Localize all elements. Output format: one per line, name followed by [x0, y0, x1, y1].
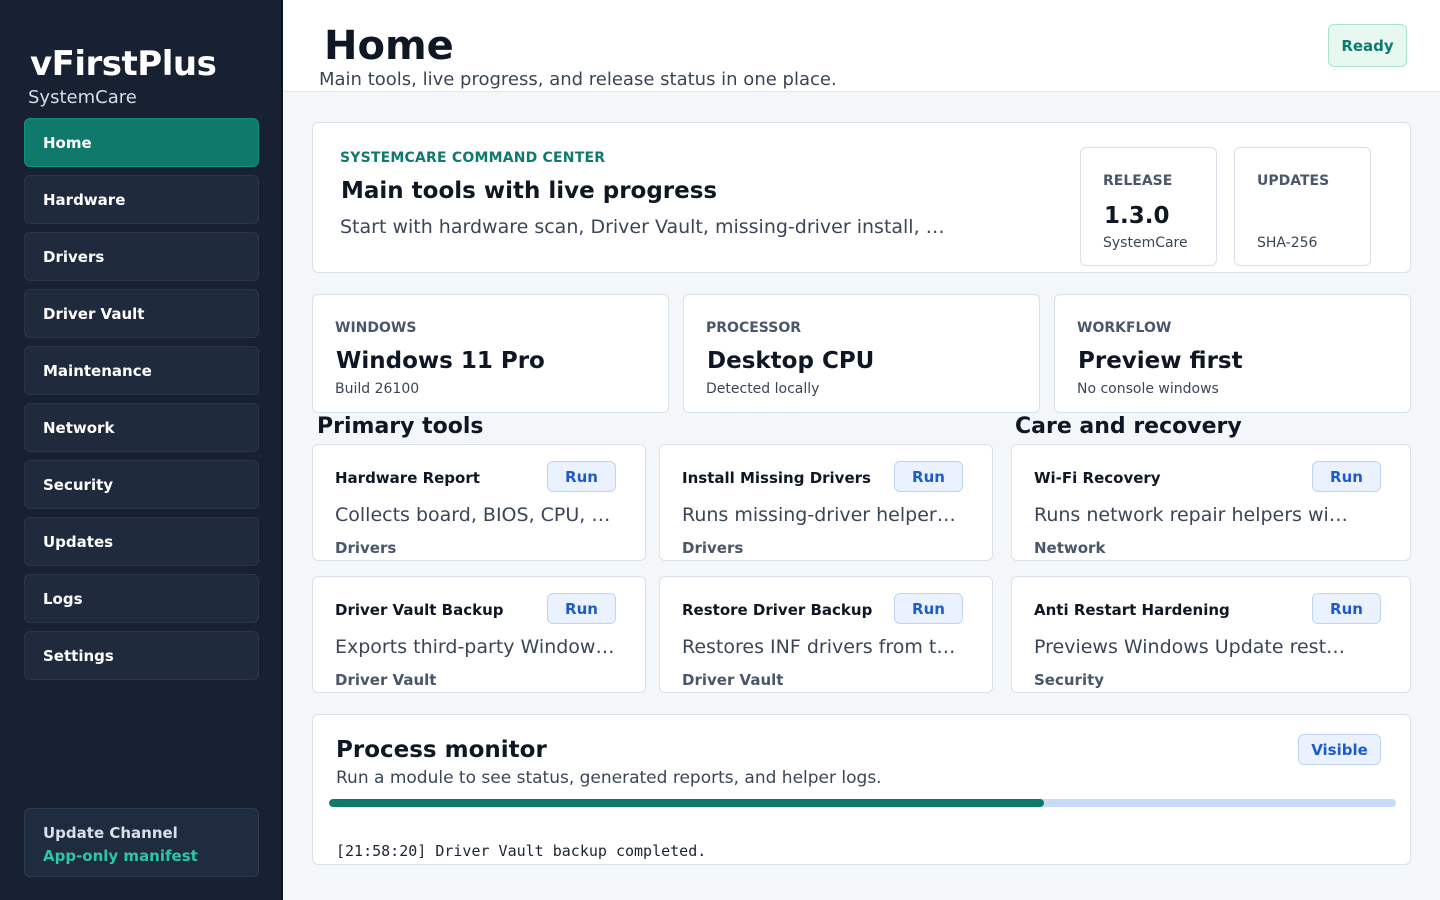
log-line: [21:58:20] Driver Vault backup completed…	[336, 842, 707, 860]
tool-card-restore-driver-backup: Restore Driver Backup Run Restores INF d…	[659, 576, 993, 693]
tool-category: Drivers	[335, 539, 397, 557]
process-monitor-title: Process monitor	[336, 737, 547, 763]
release-value: 1.3.0	[1104, 203, 1170, 229]
update-channel-value: App-only manifest	[43, 847, 198, 865]
run-button[interactable]: Run	[547, 461, 616, 492]
process-monitor-card: Process monitor Run a module to see stat…	[312, 714, 1411, 865]
process-monitor-subtitle: Run a module to see status, generated re…	[336, 768, 882, 788]
tool-card-install-missing-drivers: Install Missing Drivers Run Runs missing…	[659, 444, 993, 561]
windows-stat-card: WINDOWS Windows 11 Pro Build 26100	[312, 294, 669, 413]
tool-description: Restores INF drivers from the vault fold…	[682, 636, 962, 658]
run-button[interactable]: Run	[894, 593, 963, 624]
workflow-value: Preview first	[1078, 348, 1243, 374]
tool-description: Previews Windows Update restart policies…	[1034, 636, 1354, 658]
tool-category: Driver Vault	[335, 671, 437, 689]
tool-name: Hardware Report	[335, 469, 480, 487]
page-title: Home	[324, 23, 454, 69]
sidebar-item-home[interactable]: Home	[24, 118, 259, 167]
windows-label: WINDOWS	[335, 320, 417, 336]
processor-sub: Detected locally	[706, 381, 820, 397]
sidebar: vFirstPlus SystemCare Home Hardware Driv…	[0, 0, 283, 900]
processor-value: Desktop CPU	[707, 348, 875, 374]
run-button[interactable]: Run	[1312, 593, 1381, 624]
processor-label: PROCESSOR	[706, 320, 801, 336]
tool-category: Driver Vault	[682, 671, 784, 689]
tool-category: Drivers	[682, 539, 744, 557]
processor-stat-card: PROCESSOR Desktop CPU Detected locally	[683, 294, 1040, 413]
update-channel-panel: Update Channel App-only manifest	[24, 808, 259, 877]
visibility-toggle[interactable]: Visible	[1298, 734, 1381, 765]
tool-name: Restore Driver Backup	[682, 601, 873, 619]
tool-card-hardware-report: Hardware Report Run Collects board, BIOS…	[312, 444, 646, 561]
sidebar-item-updates[interactable]: Updates	[24, 517, 259, 566]
workflow-label: WORKFLOW	[1077, 320, 1172, 336]
release-label: RELEASE	[1103, 173, 1173, 189]
tool-description: Collects board, BIOS, CPU, GPU and stora…	[335, 504, 615, 526]
updates-label: UPDATES	[1257, 173, 1330, 189]
progress-bar-fill	[329, 799, 1044, 807]
command-center-eyebrow: SYSTEMCARE COMMAND CENTER	[340, 150, 606, 166]
tool-card-anti-restart-hardening: Anti Restart Hardening Run Previews Wind…	[1011, 576, 1411, 693]
updates-card: UPDATES SHA-256	[1234, 147, 1371, 266]
release-sub: SystemCare	[1103, 235, 1188, 251]
sidebar-item-drivers[interactable]: Drivers	[24, 232, 259, 281]
progress-bar	[329, 799, 1396, 807]
windows-value: Windows 11 Pro	[336, 348, 545, 374]
tool-description: Runs network repair helpers with preview…	[1034, 504, 1354, 526]
tool-description: Exports third-party Windows drivers to t…	[335, 636, 615, 658]
sidebar-nav: Home Hardware Drivers Driver Vault Maint…	[24, 118, 259, 688]
tool-category: Security	[1034, 671, 1105, 689]
updates-sub: SHA-256	[1257, 235, 1318, 251]
sidebar-item-security[interactable]: Security	[24, 460, 259, 509]
tool-card-driver-vault-backup: Driver Vault Backup Run Exports third-pa…	[312, 576, 646, 693]
workflow-sub: No console windows	[1077, 381, 1219, 397]
workflow-stat-card: WORKFLOW Preview first No console window…	[1054, 294, 1411, 413]
page-subtitle: Main tools, live progress, and release s…	[319, 69, 837, 90]
release-card: RELEASE 1.3.0 SystemCare	[1080, 147, 1217, 266]
tool-card-wifi-recovery: Wi-Fi Recovery Run Runs network repair h…	[1011, 444, 1411, 561]
sidebar-item-network[interactable]: Network	[24, 403, 259, 452]
sidebar-item-driver-vault[interactable]: Driver Vault	[24, 289, 259, 338]
update-channel-title: Update Channel	[43, 824, 178, 842]
sidebar-item-logs[interactable]: Logs	[24, 574, 259, 623]
app-brand-subtitle: SystemCare	[28, 87, 137, 108]
command-center-description: Start with hardware scan, Driver Vault, …	[340, 216, 960, 238]
run-button[interactable]: Run	[894, 461, 963, 492]
tool-category: Network	[1034, 539, 1106, 557]
run-button[interactable]: Run	[547, 593, 616, 624]
care-recovery-heading: Care and recovery	[1015, 414, 1242, 439]
command-center-card: SYSTEMCARE COMMAND CENTER Main tools wit…	[312, 122, 1411, 273]
tool-name: Driver Vault Backup	[335, 601, 504, 619]
tool-name: Wi-Fi Recovery	[1034, 469, 1161, 487]
page-header: Home Main tools, live progress, and rele…	[283, 0, 1440, 92]
sidebar-item-hardware[interactable]: Hardware	[24, 175, 259, 224]
windows-sub: Build 26100	[335, 381, 420, 397]
tool-description: Runs missing-driver helpers with preview…	[682, 504, 962, 526]
tool-name: Anti Restart Hardening	[1034, 601, 1230, 619]
sidebar-item-maintenance[interactable]: Maintenance	[24, 346, 259, 395]
status-badge: Ready	[1328, 24, 1407, 67]
primary-tools-heading: Primary tools	[317, 414, 484, 439]
tool-name: Install Missing Drivers	[682, 469, 871, 487]
sidebar-item-settings[interactable]: Settings	[24, 631, 259, 680]
run-button[interactable]: Run	[1312, 461, 1381, 492]
app-brand: vFirstPlus	[30, 44, 217, 84]
command-center-title: Main tools with live progress	[341, 178, 718, 204]
